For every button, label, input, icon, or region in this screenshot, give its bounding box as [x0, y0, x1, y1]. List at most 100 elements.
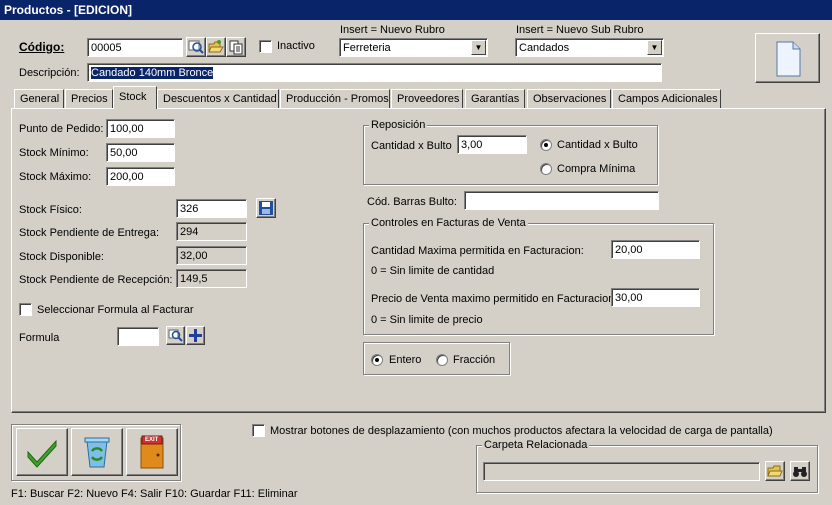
tab-label: Garantías	[471, 93, 520, 105]
chevron-down-icon[interactable]: ▼	[647, 40, 662, 55]
window-title: Productos - [EDICION]	[4, 3, 132, 17]
precio-max-input[interactable]: 30,00	[611, 288, 700, 307]
copy-button[interactable]	[226, 37, 246, 57]
codigo-label: Código:	[19, 40, 64, 54]
inactivo-checkbox[interactable]	[259, 40, 272, 53]
stock-maximo-input[interactable]: 200,00	[106, 167, 175, 186]
reposicion-group	[363, 125, 658, 185]
open-button[interactable]	[206, 37, 226, 57]
folder-open-icon	[208, 40, 224, 53]
radio-compra-minima[interactable]	[540, 163, 552, 175]
barras-input[interactable]	[464, 191, 659, 210]
punto-pedido-input[interactable]: 100,00	[106, 119, 175, 138]
pend-entrega-label: Stock Pendiente de Entrega:	[19, 227, 160, 239]
save-icon	[259, 201, 273, 215]
descripcion-label: Descripción:	[19, 67, 80, 79]
delete-button[interactable]	[71, 428, 123, 476]
exit-door-icon	[140, 435, 164, 469]
pend-recepcion-value: 149,5	[176, 269, 247, 288]
plus-icon	[189, 329, 202, 342]
stock-fisico-input[interactable]: 326	[176, 199, 247, 218]
subrubro-value: Candados	[519, 42, 570, 54]
exit-sign-text: EXIT	[145, 437, 159, 443]
tab-garantias[interactable]: Garantías	[465, 89, 525, 108]
accept-button[interactable]	[16, 428, 68, 476]
radio-fraccion-label: Fracción	[453, 354, 496, 366]
exit-button[interactable]: EXIT	[126, 428, 178, 476]
precio-max-label: Precio de Venta maximo permitido en Fact…	[371, 293, 618, 305]
controles-title: Controles en Facturas de Venta	[369, 217, 528, 229]
search-codigo-button[interactable]	[186, 37, 206, 57]
tab-precios[interactable]: Precios	[65, 89, 113, 108]
copy-icon	[229, 40, 243, 55]
precio-hint: 0 = Sin limite de precio	[371, 314, 483, 326]
stock-maximo-label: Stock Máximo:	[19, 171, 92, 183]
codigo-label-text: Código:	[19, 40, 65, 54]
radio-cantidad-bulto[interactable]	[540, 139, 552, 151]
seleccionar-formula-label: Seleccionar Formula al Facturar	[37, 304, 194, 316]
new-document-button[interactable]	[755, 33, 820, 83]
radio-entero-label: Entero	[389, 354, 422, 366]
disponible-label: Stock Disponible:	[19, 251, 104, 263]
radio-entero[interactable]	[371, 354, 383, 366]
cantidad-bulto-label: Cantidad x Bulto	[371, 140, 452, 152]
tab-general[interactable]: General	[14, 89, 64, 108]
folder-icon	[767, 465, 783, 477]
formula-label: Formula	[19, 332, 60, 344]
barras-label: Cód. Barras Bulto:	[367, 196, 457, 208]
tab-descuentos[interactable]: Descuentos x Cantidad	[157, 89, 279, 108]
seleccionar-formula-checkbox[interactable]	[19, 303, 32, 316]
subrubro-select[interactable]: Candados ▼	[515, 38, 664, 57]
subrubro-hint: Insert = Nuevo Sub Rubro	[516, 24, 644, 36]
desplazamiento-checkbox[interactable]	[252, 424, 265, 437]
search-formula-button[interactable]	[166, 326, 185, 345]
pend-recepcion-label: Stock Pendiente de Recepción:	[19, 274, 173, 286]
descripcion-value: Candado 140mm Bronce	[91, 67, 214, 79]
rubro-value: Ferreteria	[343, 42, 391, 54]
tab-proveedores[interactable]: Proveedores	[391, 89, 463, 108]
codigo-input[interactable]: 00005	[87, 38, 183, 57]
browse-folder-button[interactable]	[765, 461, 785, 481]
cantidad-max-input[interactable]: 20,00	[611, 240, 700, 259]
tab-label: Precios	[71, 93, 108, 105]
chevron-down-icon[interactable]: ▼	[471, 40, 486, 55]
tab-label: Observaciones	[533, 93, 607, 105]
document-icon	[776, 41, 801, 77]
pend-entrega-value: 294	[176, 222, 247, 241]
tab-stock[interactable]: Stock	[113, 86, 157, 109]
save-stock-button[interactable]	[256, 198, 276, 218]
rubro-hint: Insert = Nuevo Rubro	[340, 24, 445, 36]
tab-campos-adicionales[interactable]: Campos Adicionales	[612, 89, 721, 108]
tab-label: General	[20, 93, 60, 105]
cantidad-max-label: Cantidad Maxima permitida en Facturacion…	[371, 245, 584, 257]
descripcion-input[interactable]: Candado 140mm Bronce	[87, 63, 662, 82]
tab-label: Descuentos x Cantidad	[163, 93, 277, 105]
binoculars-icon	[793, 467, 807, 477]
open-folder-button[interactable]	[790, 461, 810, 481]
checkmark-icon	[27, 439, 57, 468]
recycle-bin-icon	[84, 437, 110, 468]
tab-produccion[interactable]: Producción - Promos	[280, 89, 390, 108]
stock-fisico-label: Stock Físico:	[19, 204, 82, 216]
reposicion-title: Reposición	[369, 119, 428, 131]
tab-label: Proveedores	[397, 93, 460, 105]
stock-minimo-input[interactable]: 50,00	[106, 143, 175, 162]
add-formula-button[interactable]	[186, 326, 205, 345]
tab-observaciones[interactable]: Observaciones	[527, 89, 611, 108]
radio-fraccion[interactable]	[436, 354, 448, 366]
carpeta-input	[483, 462, 760, 481]
rubro-select[interactable]: Ferreteria ▼	[339, 38, 488, 57]
stock-minimo-label: Stock Mínimo:	[19, 147, 89, 159]
window-title-bar: Productos - [EDICION]	[0, 0, 832, 20]
cantidad-hint: 0 = Sin limite de cantidad	[371, 265, 495, 277]
tab-label: Stock	[119, 91, 147, 103]
tab-label: Campos Adicionales	[618, 93, 718, 105]
search-icon	[188, 40, 204, 54]
radio-cantidad-bulto-label: Cantidad x Bulto	[557, 139, 638, 151]
formula-input[interactable]	[117, 327, 159, 346]
disponible-value: 32,00	[176, 246, 247, 265]
desplazamiento-label: Mostrar botones de desplazamiento (con m…	[270, 425, 773, 437]
cantidad-bulto-input[interactable]: 3,00	[457, 135, 527, 154]
search-icon	[168, 329, 183, 342]
carpeta-title: Carpeta Relacionada	[482, 439, 590, 451]
